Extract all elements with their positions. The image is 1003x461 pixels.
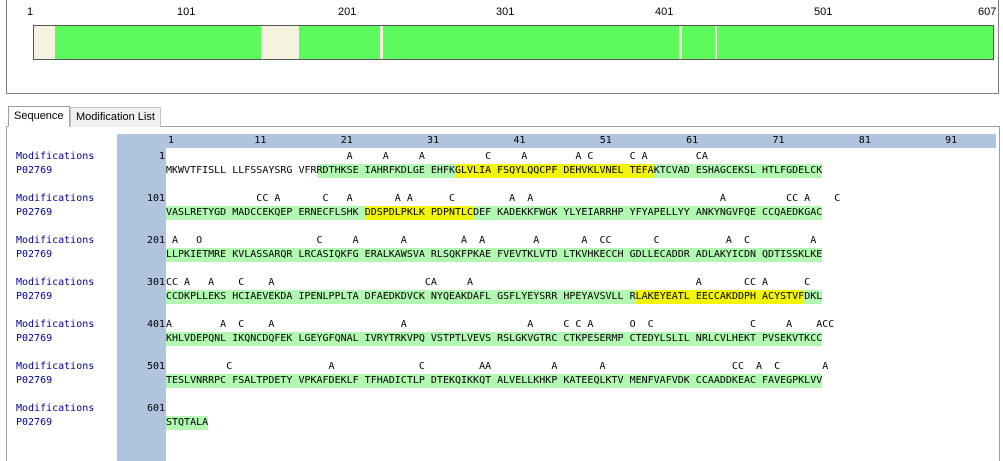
protein-accession-label[interactable]: P02769	[16, 164, 52, 178]
coverage-segment	[89, 26, 262, 59]
coverage-scale-label: 201	[338, 6, 357, 18]
tab-modification-list[interactable]: Modification List	[70, 107, 161, 127]
covered-residues: DEF KADEKKFWGK YLYEIARRHP YFYAPELLYY ANK…	[473, 206, 823, 220]
ruler-tick-label: 51	[599, 135, 612, 146]
protein-accession-label[interactable]: P02769	[16, 290, 52, 304]
row-start-number: 101	[146, 193, 165, 204]
covered-residues: RDTHKSE IAHRFKDLGE EHFK	[316, 164, 455, 178]
modification-markers: CC A C A A A C A A A CC A C	[166, 193, 841, 204]
highlighted-peptide: LAKEYEATL EECCAKDDPH ACYSTVF	[635, 290, 805, 304]
row-start-number: 401	[146, 319, 165, 330]
modification-markers: A O C A A A A A A CC C A C A	[166, 235, 817, 246]
sequence-line[interactable]: TESLVNRRPC FSALTPDETY VPKAFDEKLF TFHADIC…	[166, 374, 823, 388]
coverage-segment	[299, 26, 380, 59]
modifications-label: Modifications	[16, 151, 95, 162]
covered-residues: DKL	[804, 290, 823, 304]
modifications-label: Modifications	[16, 319, 95, 330]
tab-strip: Sequence Modification List	[6, 105, 1000, 127]
ruler-tick-label: 21	[340, 135, 353, 146]
uncovered-residues: MKWVTFISLL LLFSSAYSRG VFR	[166, 165, 317, 176]
row-start-number: 201	[146, 235, 165, 246]
modifications-label: Modifications	[16, 235, 95, 246]
modifications-label: Modifications	[16, 403, 95, 414]
protein-accession-label[interactable]: P02769	[16, 416, 52, 430]
protein-accession-label[interactable]: P02769	[16, 248, 52, 262]
coverage-scale-label: 1	[27, 6, 34, 18]
covered-residues: KHLVDEPQNL IKQNCDQFEK LGEYGFQNAL IVRYTRK…	[166, 332, 823, 346]
row-start-number: 501	[146, 361, 165, 372]
covered-residues: KTCVAD ESHAGCEKSL HTLFGDELCK	[653, 164, 823, 178]
covered-residues: CCDKPLLEKS HCIAEVEKDA IPENLPPLTA DFAEDKD…	[166, 290, 636, 304]
modification-markers: A A A C A A C C A CA	[166, 151, 708, 162]
coverage-scale-label: 401	[655, 6, 674, 18]
ruler-tick-label: 81	[858, 135, 871, 146]
modifications-label: Modifications	[16, 193, 95, 204]
coverage-bar	[33, 25, 994, 60]
modification-markers: CC A A C A CA A A CC A C	[166, 277, 811, 288]
coverage-scale-label: 101	[177, 6, 196, 18]
coverage-segment	[54, 26, 90, 59]
row-start-number: 1	[158, 151, 165, 162]
coverage-map-panel: 1 101 201 301 401 501 607	[6, 0, 999, 94]
coverage-scale-label: 607	[978, 6, 997, 18]
row-start-number: 601	[146, 403, 165, 414]
covered-residues: VASLRETYGD MADCCEKQEP ERNECFLSHK	[166, 206, 365, 220]
protein-accession-label[interactable]: P02769	[16, 206, 52, 220]
highlighted-peptide: GLVLIA FSQYLQQCPF DEHVKLVNEL TEFA	[455, 164, 654, 178]
coverage-segment	[681, 26, 715, 59]
sequence-line[interactable]: MKWVTFISLL LLFSSAYSRG VFRRDTHKSE IAHRFKD…	[166, 164, 823, 178]
sequence-line[interactable]: LLPKIETMRE KVLASSARQR LRCASIQKFG ERALKAW…	[166, 248, 823, 262]
ruler-tick-label: 71	[772, 135, 785, 146]
covered-residues: STQTALA	[166, 416, 209, 430]
ruler-tick-label: 91	[945, 135, 958, 146]
ruler-tick-label: 1	[168, 135, 175, 146]
sequence-line[interactable]: VASLRETYGD MADCCEKQEP ERNECFLSHK DDSPDLP…	[166, 206, 823, 220]
modifications-label: Modifications	[16, 277, 95, 288]
ruler-tick-label: 41	[513, 135, 526, 146]
modification-markers: C A C AA A A CC A C A	[166, 361, 829, 372]
modifications-label: Modifications	[16, 361, 95, 372]
coverage-scale-label: 501	[814, 6, 833, 18]
sequence-line[interactable]: STQTALA	[166, 416, 209, 430]
tab-sequence[interactable]: Sequence	[8, 106, 70, 127]
ruler-tick-label: 31	[427, 135, 440, 146]
modification-markers: A A C A A A C C A O C C A ACC	[166, 319, 835, 330]
sequence-line[interactable]: CCDKPLLEKS HCIAEVEKDA IPENLPPLTA DFAEDKD…	[166, 290, 823, 304]
protein-accession-label[interactable]: P02769	[16, 374, 52, 388]
covered-residues: TESLVNRRPC FSALTPDETY VPKAFDEKLF TFHADIC…	[166, 374, 823, 388]
coverage-segment	[383, 26, 679, 59]
coverage-segment	[716, 26, 993, 59]
ruler-tick-label: 11	[254, 135, 267, 146]
coverage-scale-label: 301	[496, 6, 515, 18]
highlighted-peptide: DDSPDLPKLK PDPNTLC	[364, 206, 474, 220]
covered-residues: LLPKIETMRE KVLASSARQR LRCASIQKFG ERALKAW…	[166, 248, 823, 262]
row-start-number: 301	[146, 277, 165, 288]
ruler-tick-label: 61	[686, 135, 699, 146]
protein-accession-label[interactable]: P02769	[16, 332, 52, 346]
sequence-line[interactable]: KHLVDEPQNL IKQNCDQFEK LGEYGFQNAL IVRYTRK…	[166, 332, 823, 346]
position-ruler	[166, 134, 996, 148]
